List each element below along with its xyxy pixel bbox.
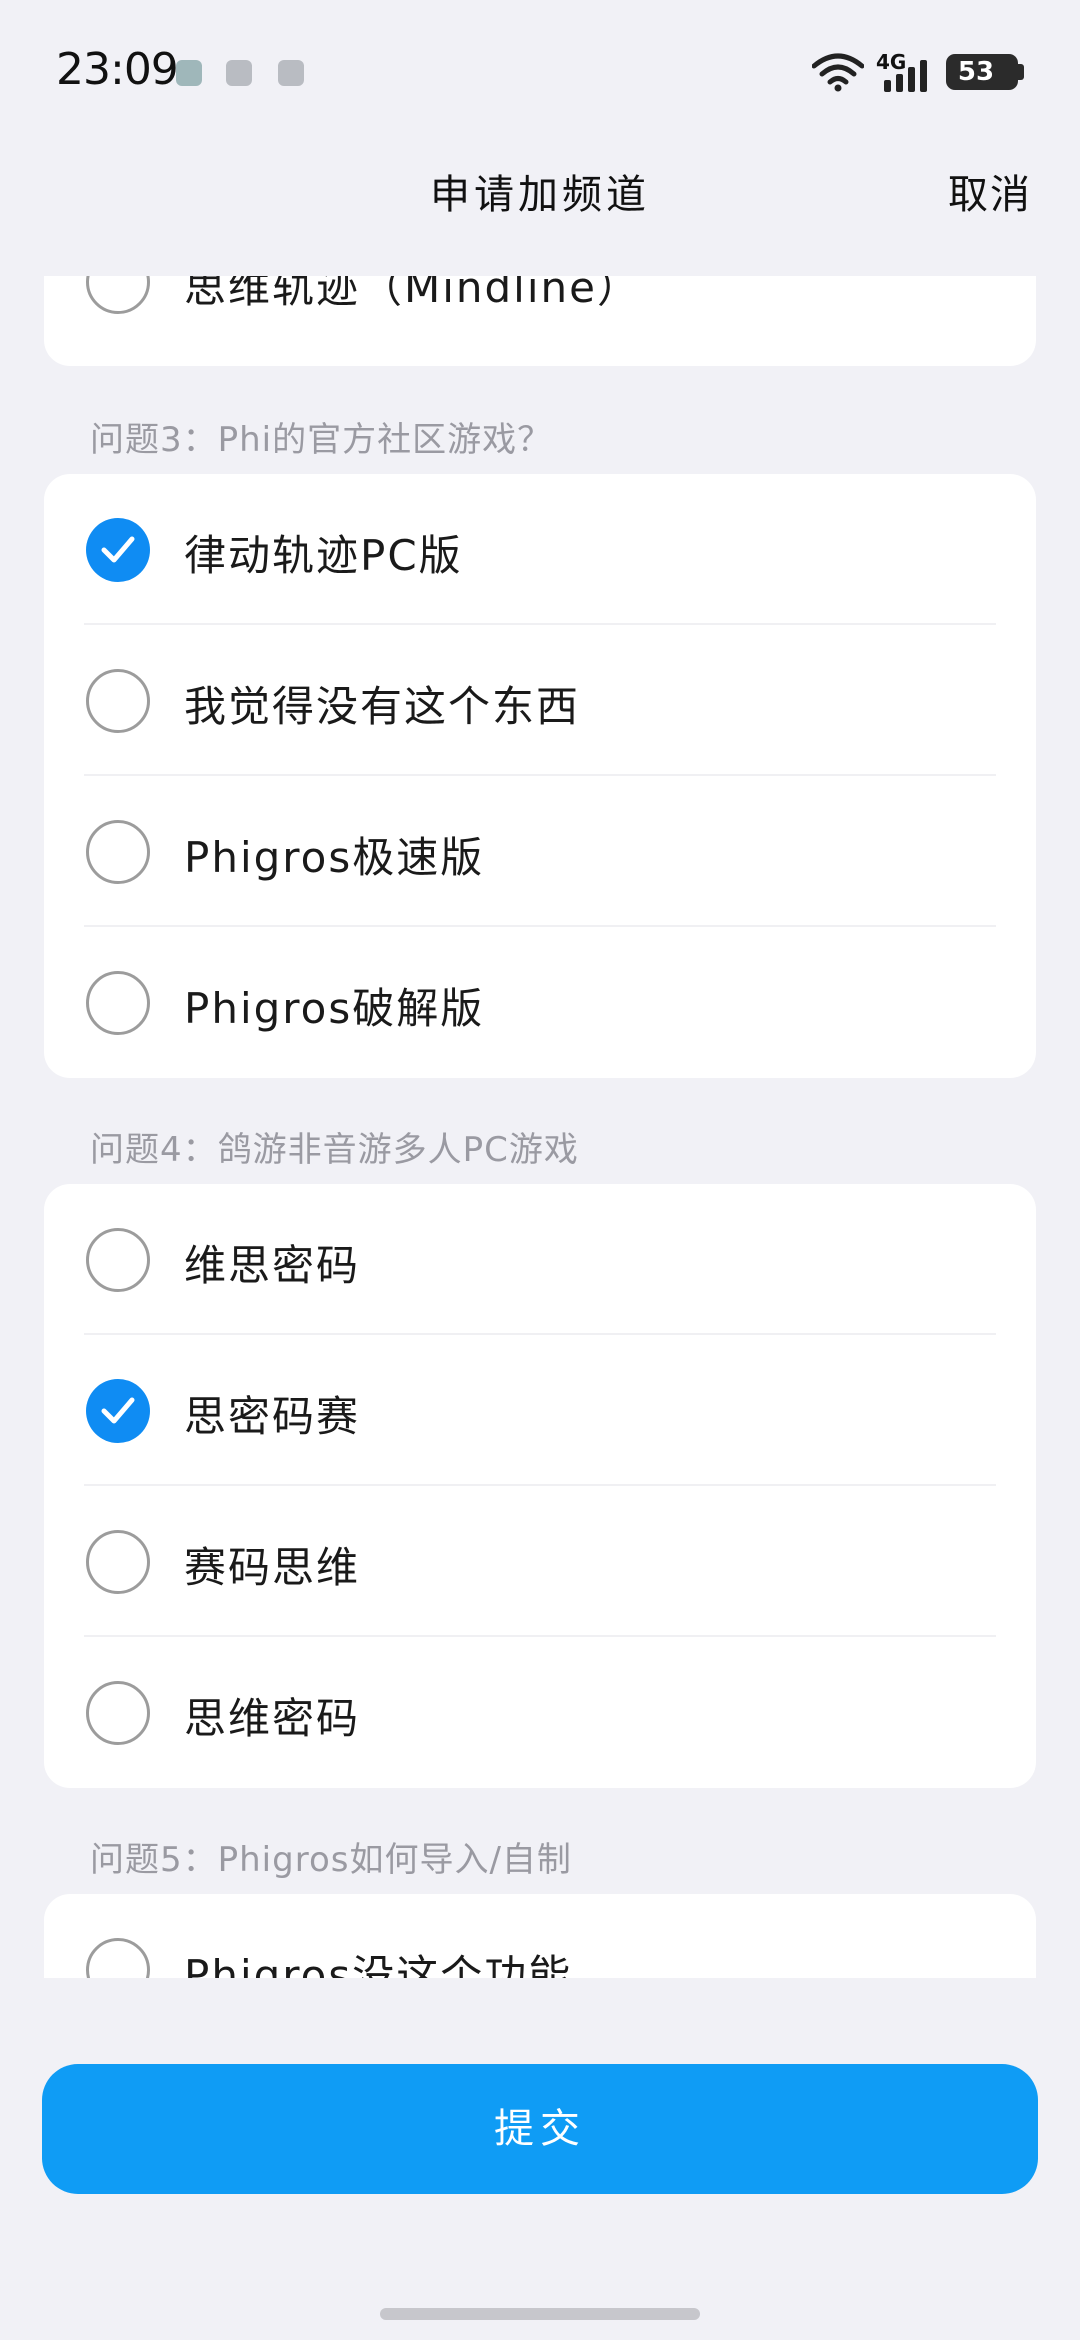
question2-card: 思维轨迹（Mindline） (44, 276, 1036, 366)
question4-label: 问题4：鸽游非音游多人PC游戏 (90, 1130, 579, 1170)
check-icon (101, 536, 135, 563)
signal-strength-icon (884, 60, 927, 92)
option-label: 维思密码 (184, 1241, 361, 1290)
radio-button[interactable] (86, 1681, 150, 1745)
radio-button[interactable] (86, 276, 150, 314)
option-q3-3[interactable]: Phigros极速版 (44, 776, 1036, 927)
page: 23:09 4G 53 申请加频道 取消 思维轨迹（Mindline） 问题3：… (0, 0, 1080, 2340)
option-q3-2[interactable]: 我觉得没有这个东西 (44, 625, 1036, 776)
notification-app-icon (278, 60, 304, 86)
radio-button[interactable] (86, 669, 150, 733)
cancel-button[interactable]: 取消 (948, 162, 1032, 220)
option-q4-4[interactable]: 思维密码 (44, 1637, 1036, 1788)
battery-icon: 53 (946, 54, 1018, 90)
option-mindline[interactable]: 思维轨迹（Mindline） (44, 276, 1036, 357)
submit-button[interactable]: 提交 (42, 2064, 1038, 2194)
home-indicator[interactable] (380, 2308, 700, 2320)
option-q4-3[interactable]: 赛码思维 (44, 1486, 1036, 1637)
option-q3-4[interactable]: Phigros破解版 (44, 927, 1036, 1078)
status-time: 23:09 (56, 44, 179, 95)
option-label: 赛码思维 (184, 1543, 361, 1592)
radio-button[interactable] (86, 820, 150, 884)
radio-button[interactable] (86, 1938, 150, 1978)
status-bar: 23:09 4G 53 (0, 0, 1080, 130)
radio-button[interactable] (86, 1530, 150, 1594)
option-label: 我觉得没有这个东西 (184, 682, 581, 731)
notification-app-icon (226, 60, 252, 86)
question5-label: 问题5：Phigros如何导入/自制 (90, 1840, 572, 1880)
header: 申请加频道 取消 (0, 150, 1080, 230)
notification-app-icon (176, 60, 202, 86)
question4-card: 维思密码 思密码赛 赛码思维 思维密码 (44, 1184, 1036, 1788)
option-label: Phigros极速版 (184, 833, 485, 882)
option-label: 思维密码 (184, 1694, 361, 1743)
radio-button[interactable] (86, 971, 150, 1035)
option-q4-1[interactable]: 维思密码 (44, 1184, 1036, 1335)
battery-level: 53 (957, 57, 995, 87)
question5-card: Phigros没这个功能 (44, 1894, 1036, 1978)
check-icon (101, 1397, 135, 1424)
radio-button[interactable] (86, 1228, 150, 1292)
option-q3-1[interactable]: 律动轨迹PC版 (44, 474, 1036, 625)
page-title: 申请加频道 (430, 172, 650, 218)
option-q5-1[interactable]: Phigros没这个功能 (44, 1894, 1036, 1978)
wifi-icon (812, 53, 864, 92)
radio-button-checked[interactable] (86, 1379, 150, 1443)
option-label: 思维轨迹（Mindline） (184, 276, 641, 312)
question3-label: 问题3：Phi的官方社区游戏？ (90, 420, 553, 460)
radio-button-checked[interactable] (86, 518, 150, 582)
battery-cap (1018, 64, 1024, 80)
questionnaire-scroll[interactable]: 思维轨迹（Mindline） 问题3：Phi的官方社区游戏？ 律动轨迹PC版 我… (0, 276, 1080, 1978)
option-label: 律动轨迹PC版 (184, 531, 463, 580)
question3-card: 律动轨迹PC版 我觉得没有这个东西 Phigros极速版 Phigros破解版 (44, 474, 1036, 1078)
option-label: Phigros没这个功能 (184, 1951, 573, 1978)
option-label: 思密码赛 (184, 1392, 361, 1441)
option-label: Phigros破解版 (184, 984, 485, 1033)
option-q4-2[interactable]: 思密码赛 (44, 1335, 1036, 1486)
